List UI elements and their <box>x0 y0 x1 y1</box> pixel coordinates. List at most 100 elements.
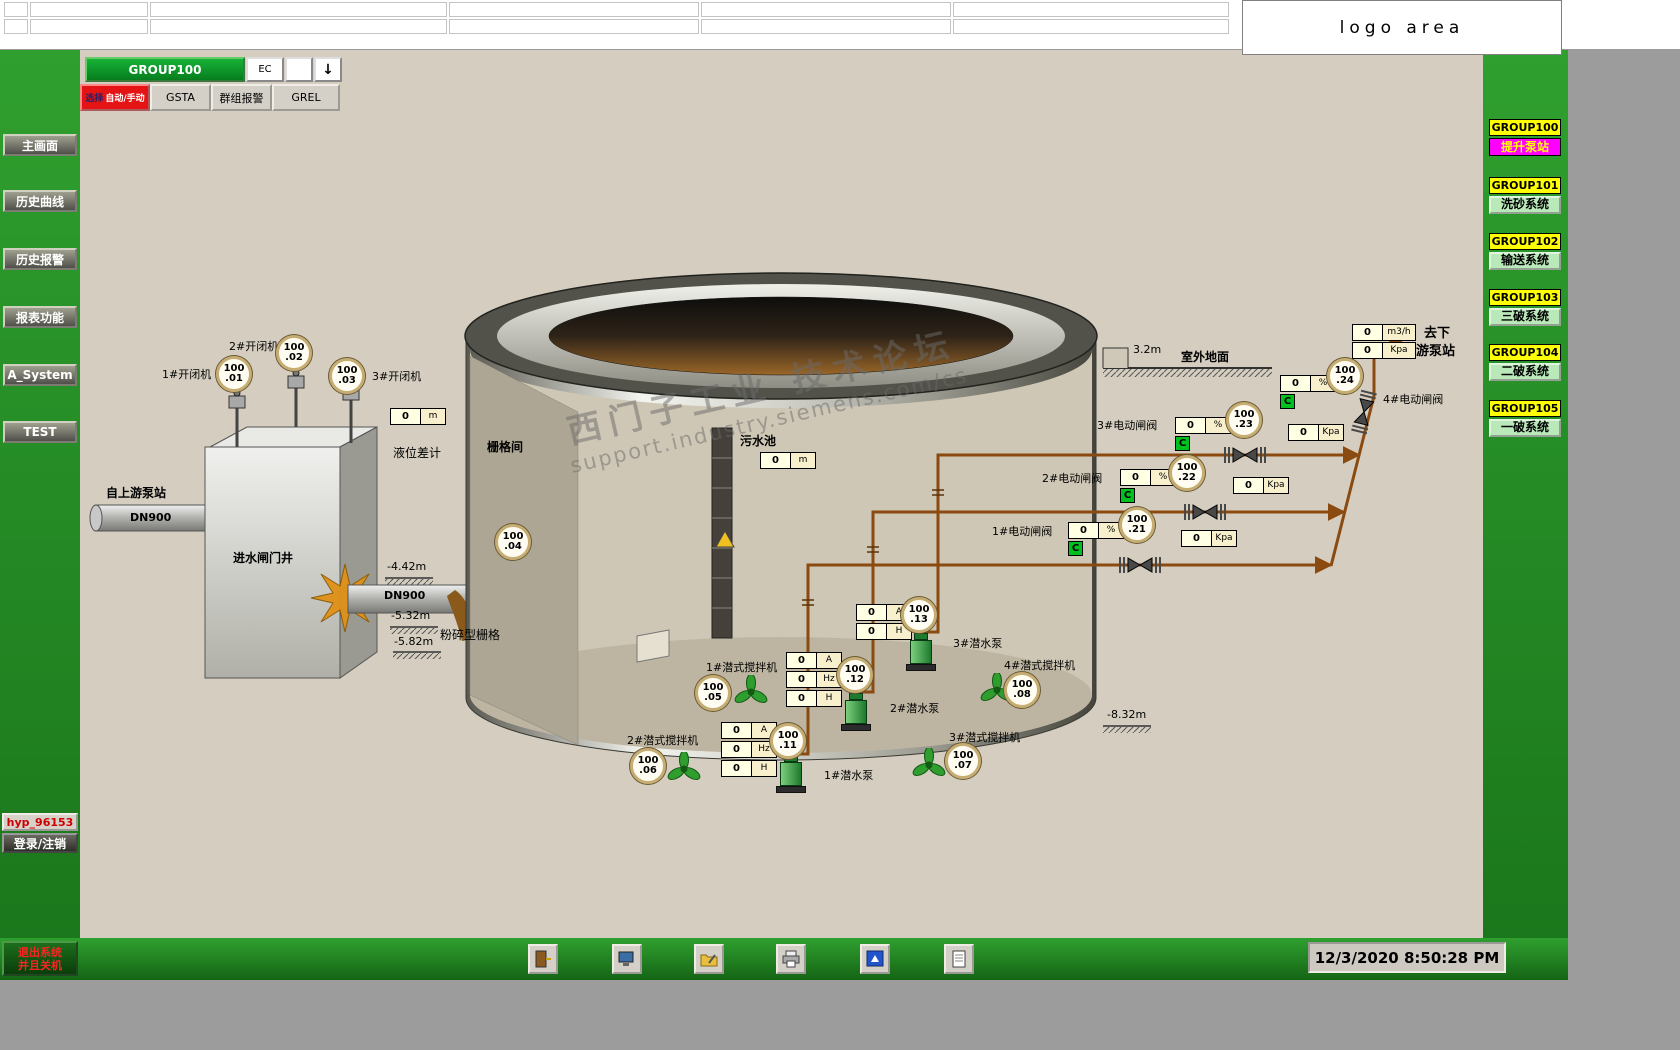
right-sidebar: GROUP100 提升泵站 GROUP101 洗砂系统 GROUP102 输送系… <box>1483 50 1568 938</box>
group100-toolbar-button[interactable]: GROUP100 <box>85 57 245 82</box>
app-window-icon[interactable] <box>860 944 890 974</box>
instrument-100-12[interactable]: 100.12 <box>837 657 873 693</box>
group100-tag[interactable]: GROUP100 <box>1489 119 1561 136</box>
header-cell <box>4 2 28 17</box>
grid-room-label: 栅格间 <box>487 440 524 454</box>
mode-prefix: 选择 <box>85 94 104 104</box>
sidebar-item-test[interactable]: TEST <box>3 421 77 443</box>
sidebar-item-history-alarm[interactable]: 历史报警 <box>3 248 77 270</box>
printer-icon[interactable] <box>776 944 806 974</box>
instrument-100-23[interactable]: 100.23 <box>1226 402 1262 438</box>
header-cell <box>4 19 28 34</box>
group1-current-value[interactable]: 0A <box>786 652 842 669</box>
exit-shutdown-button[interactable]: 退出系统 并且关机 <box>2 941 78 976</box>
instrument-100-02[interactable]: 100.02 <box>276 335 312 371</box>
instrument-100-05[interactable]: 100.05 <box>695 675 731 711</box>
group102-name[interactable]: 输送系统 <box>1489 252 1561 270</box>
instrument-100-04[interactable]: 100.04 <box>495 524 531 560</box>
sidebar-item-a-system[interactable]: A_System <box>3 364 77 386</box>
group103-name[interactable]: 三破系统 <box>1489 308 1561 326</box>
mixer-2-graphic[interactable] <box>667 752 701 786</box>
valve2-control-indicator[interactable]: C <box>1120 488 1135 503</box>
group2-freq-value[interactable]: 0 Hz <box>721 741 777 758</box>
group102-tag[interactable]: GROUP102 <box>1489 233 1561 250</box>
group1-hours-value[interactable]: 0H <box>786 690 842 707</box>
unit: m <box>421 409 445 424</box>
group2-hours-value[interactable]: 0H <box>721 760 777 777</box>
ec-button[interactable]: EC <box>246 57 284 82</box>
valve1-pressure-value[interactable]: 0 Kpa <box>1181 530 1237 547</box>
pump-3-label: 3#潜水泵 <box>953 637 1003 650</box>
label: 历史报警 <box>15 252 64 267</box>
header-cell <box>30 2 148 17</box>
tag-suffix: .03 <box>338 375 356 386</box>
instrument-100-22[interactable]: 100.22 <box>1169 455 1205 491</box>
unit: Kpa <box>1319 425 1343 440</box>
level-diff-value[interactable]: 0m <box>390 408 446 425</box>
monitor-icon[interactable] <box>612 944 642 974</box>
instrument-100-13[interactable]: 100.13 <box>901 597 937 633</box>
instrument-100-24[interactable]: 100.24 <box>1327 358 1363 394</box>
pump-cap <box>849 693 863 700</box>
group100-name[interactable]: 提升泵站 <box>1489 138 1561 156</box>
gsta-button[interactable]: GSTA <box>150 84 211 111</box>
pump-body <box>910 640 932 664</box>
group105-name[interactable]: 一破系统 <box>1489 419 1561 437</box>
instrument-100-06[interactable]: 100.06 <box>630 748 666 784</box>
notepad-icon[interactable] <box>944 944 974 974</box>
pool-level-value[interactable]: 0m <box>760 452 816 469</box>
instrument-100-21[interactable]: 100.21 <box>1119 507 1155 543</box>
unit: m <box>791 453 815 468</box>
group101-tag[interactable]: GROUP101 <box>1489 177 1561 194</box>
group104-tag[interactable]: GROUP104 <box>1489 344 1561 361</box>
dest-label-2: 游泵站 <box>1416 344 1456 359</box>
group2-current-value[interactable]: 0A <box>721 722 777 739</box>
folder-edit-icon[interactable] <box>694 944 724 974</box>
elev3-label: -5.82m <box>394 635 434 648</box>
pump-base <box>841 724 871 731</box>
valve2-position-value[interactable]: 0% <box>1120 469 1176 486</box>
instrument-100-07[interactable]: 100.07 <box>945 743 981 779</box>
group103-tag[interactable]: GROUP103 <box>1489 289 1561 306</box>
valve-4-symbol[interactable] <box>1350 389 1378 435</box>
mixer-2-label: 2#潜式搅拌机 <box>627 734 699 747</box>
instrument-100-01[interactable]: 100.01 <box>216 356 252 392</box>
value: 0 <box>1121 470 1151 485</box>
group105-tag[interactable]: GROUP105 <box>1489 400 1561 417</box>
grel-button[interactable]: GREL <box>272 84 340 111</box>
auto-manual-toggle[interactable]: 选择 自动/手动 <box>80 84 150 111</box>
header-cell <box>701 2 951 17</box>
valve3-pressure-value[interactable]: 0 Kpa <box>1288 424 1344 441</box>
group1-freq-value[interactable]: 0 Hz <box>786 671 842 688</box>
mixer-1-graphic[interactable] <box>734 675 768 709</box>
exit-door-icon[interactable] <box>528 944 558 974</box>
pump-3-graphic[interactable] <box>906 628 936 671</box>
valve1-position-value[interactable]: 0% <box>1068 522 1124 539</box>
outflow-flow-value[interactable]: 0 m3/h <box>1352 324 1416 341</box>
sidebar-item-report[interactable]: 报表功能 <box>3 306 77 328</box>
instrument-100-03[interactable]: 100.03 <box>329 358 365 394</box>
blank-button[interactable] <box>285 57 313 82</box>
mixer-3-graphic[interactable] <box>912 748 946 782</box>
valve3-control-indicator[interactable]: C <box>1175 436 1190 451</box>
arrow-down-button[interactable]: ↓ <box>314 57 342 82</box>
sidebar-item-history-curve[interactable]: 历史曲线 <box>3 190 77 212</box>
tag-suffix: .24 <box>1336 375 1354 386</box>
group101-name[interactable]: 洗砂系统 <box>1489 196 1561 214</box>
valve1-control-indicator[interactable]: C <box>1068 541 1083 556</box>
valve3-position-value[interactable]: 0% <box>1175 417 1231 434</box>
instrument-100-11[interactable]: 100.11 <box>770 723 806 759</box>
login-logout-button[interactable]: 登录/注销 <box>2 833 78 853</box>
header-cell <box>150 2 447 17</box>
outflow-pressure-value[interactable]: 0 Kpa <box>1352 342 1416 359</box>
instrument-100-08[interactable]: 100.08 <box>1004 672 1040 708</box>
exit-label-1: 退出系统 <box>18 945 62 959</box>
value: 0 <box>857 624 887 639</box>
valve4-control-indicator[interactable]: C <box>1280 394 1295 409</box>
valve2-pressure-value[interactable]: 0 Kpa <box>1233 477 1289 494</box>
group-alarm-button[interactable]: 群组报警 <box>211 84 272 111</box>
sidebar-item-main-screen[interactable]: 主画面 <box>3 134 77 156</box>
pump-2-graphic[interactable] <box>841 688 871 731</box>
group104-name[interactable]: 二破系统 <box>1489 363 1561 381</box>
logged-in-user: hyp_96153 <box>2 813 78 831</box>
